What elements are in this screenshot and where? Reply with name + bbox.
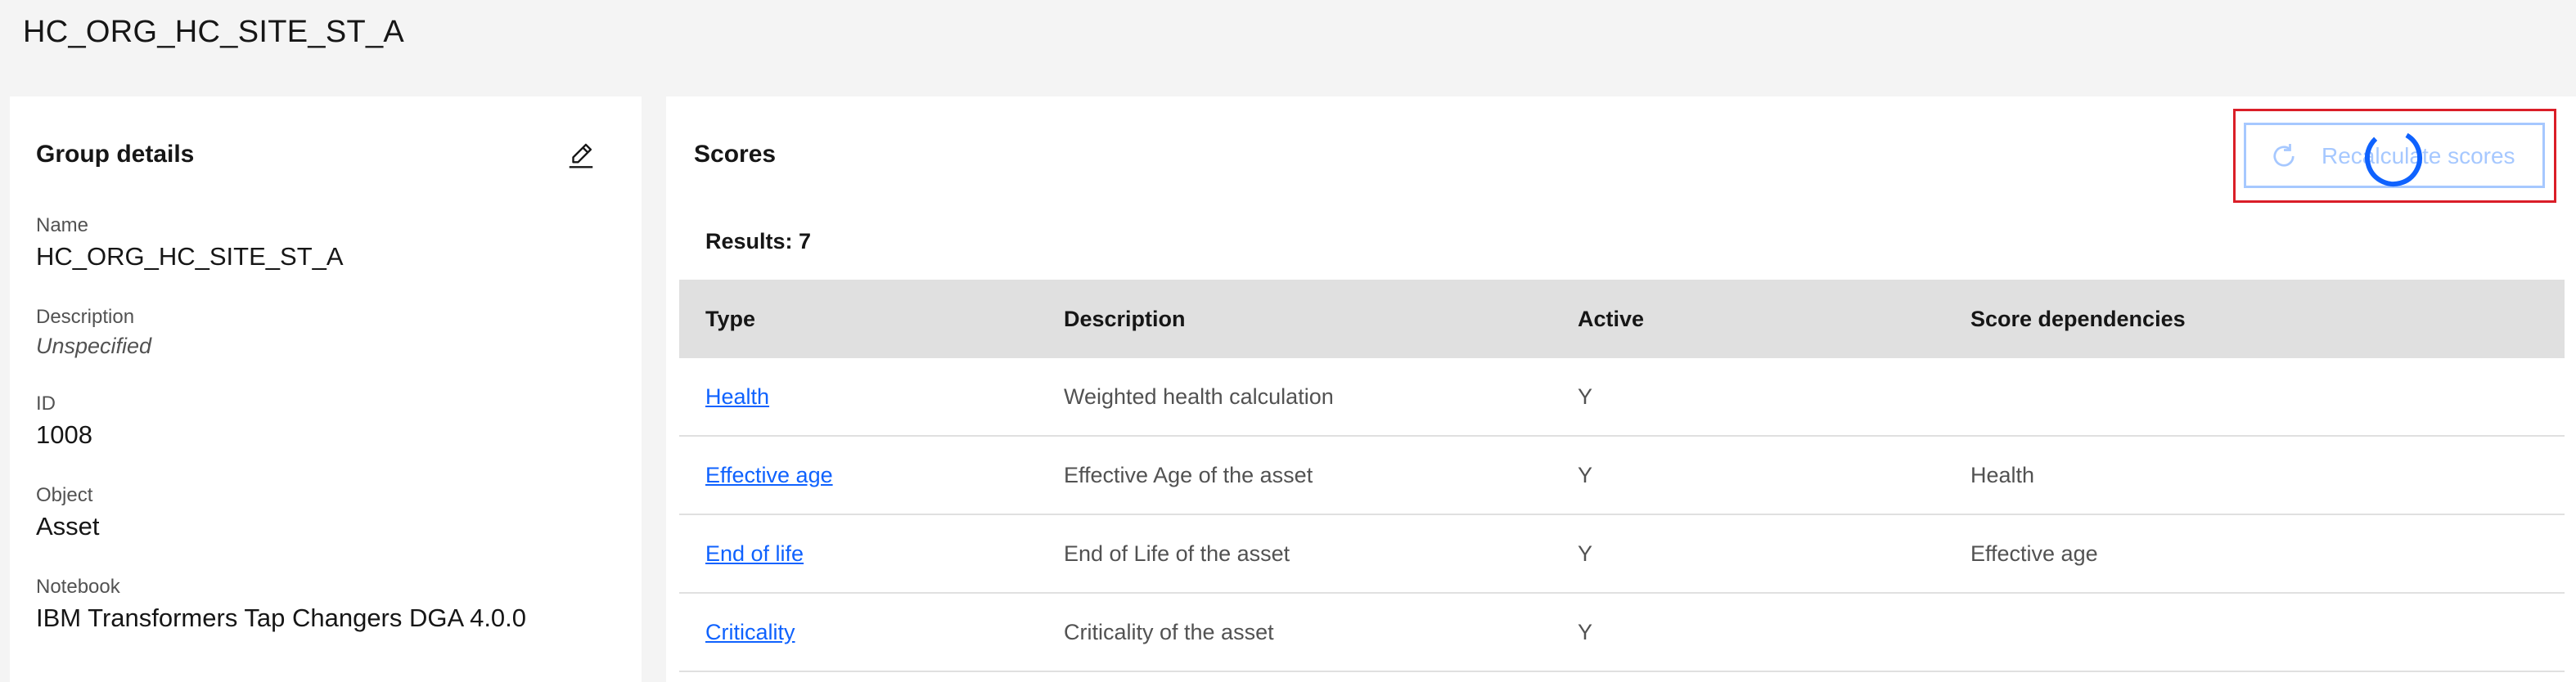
column-header-active: Active: [1578, 306, 1645, 331]
score-type-link[interactable]: End of life: [705, 541, 804, 567]
cell-active: Y: [1578, 462, 1593, 487]
score-type-link[interactable]: Health: [705, 384, 769, 410]
table-row: End of life End of Life of the asset Y E…: [679, 515, 2565, 594]
field-label: Description: [36, 306, 135, 328]
pencil-icon: [569, 143, 593, 168]
column-header-description: Description: [1064, 306, 1186, 331]
group-details-heading: Group details: [36, 141, 195, 168]
cell-dependencies: Effective age: [1970, 541, 2098, 566]
column-header-type: Type: [705, 306, 756, 331]
table-row: Criticality Criticality of the asset Y: [679, 594, 2565, 672]
field-value: 1008: [36, 420, 92, 449]
field-description: Description Unspecified: [36, 306, 151, 359]
field-label: Name: [36, 214, 89, 236]
scores-table: Type Description Active Score dependenci…: [679, 280, 2565, 672]
cell-active: Y: [1578, 384, 1593, 409]
group-details-panel: Group details Name HC_ORG_HC_SITE_ST_A D…: [10, 96, 642, 682]
score-type-link[interactable]: Criticality: [705, 620, 795, 645]
page-title: HC_ORG_HC_SITE_ST_A: [23, 15, 405, 49]
cell-description: Effective Age of the asset: [1064, 462, 1313, 487]
recalculate-scores-button[interactable]: Recalculate scores: [2244, 123, 2545, 188]
field-notebook: Notebook IBM Transformers Tap Changers D…: [36, 576, 526, 633]
field-id: ID 1008: [36, 393, 92, 450]
cell-active: Y: [1578, 541, 1593, 566]
edit-button[interactable]: [563, 137, 599, 173]
field-value: Asset: [36, 512, 100, 541]
loading-spinner-icon: [2365, 129, 2422, 186]
cell-description: Weighted health calculation: [1064, 384, 1334, 409]
cell-description: End of Life of the asset: [1064, 541, 1290, 566]
table-header: Type Description Active Score dependenci…: [679, 280, 2565, 358]
cell-description: Criticality of the asset: [1064, 619, 1274, 644]
scores-heading: Scores: [694, 141, 777, 168]
score-type-link[interactable]: Effective age: [705, 463, 833, 488]
column-header-score-dependencies: Score dependencies: [1970, 306, 2186, 331]
results-count: Results: 7: [705, 229, 812, 254]
table-row: Health Weighted health calculation Y: [679, 358, 2565, 437]
field-value: IBM Transformers Tap Changers DGA 4.0.0: [36, 603, 527, 632]
field-label: Object: [36, 484, 93, 506]
field-label: ID: [36, 393, 56, 415]
cell-dependencies: Health: [1970, 462, 2035, 487]
field-value: Unspecified: [36, 334, 152, 358]
field-name: Name HC_ORG_HC_SITE_ST_A: [36, 214, 344, 271]
field-object: Object Asset: [36, 484, 100, 541]
field-label: Notebook: [36, 576, 120, 598]
field-value: HC_ORG_HC_SITE_ST_A: [36, 242, 344, 271]
scores-panel: Scores Recalculate scores Results: 7 Typ…: [666, 96, 2576, 682]
cell-active: Y: [1578, 619, 1593, 644]
refresh-icon: [2273, 144, 2295, 167]
table-row: Effective age Effective Age of the asset…: [679, 437, 2565, 515]
